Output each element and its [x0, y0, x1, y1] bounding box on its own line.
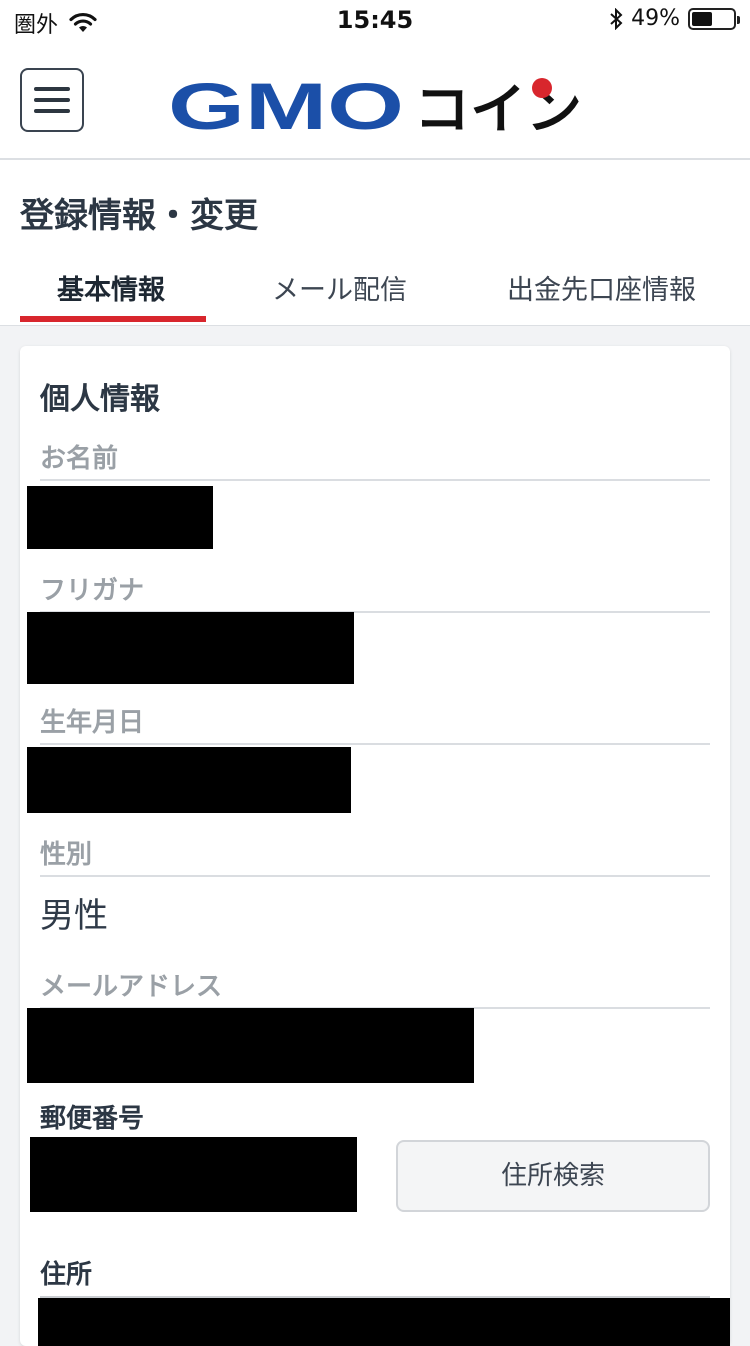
tab-basic-info[interactable]: 基本情報 [57, 268, 165, 307]
address-search-button[interactable]: 住所検索 [396, 1140, 710, 1212]
address-input-redacted[interactable] [38, 1298, 730, 1346]
menu-line-icon [34, 98, 70, 102]
gender-value: 男性 [40, 896, 108, 936]
battery-icon [688, 7, 740, 30]
divider [40, 479, 710, 481]
postal-code-label: 郵便番号 [40, 1104, 145, 1134]
battery-level [692, 11, 712, 26]
active-tab-indicator [20, 316, 206, 322]
birthdate-value-redacted [27, 747, 351, 813]
name-label: お名前 [40, 444, 119, 474]
page-title: 登録情報・変更 [20, 196, 258, 236]
birthdate-label: 生年月日 [40, 708, 145, 738]
tab-bar: 基本情報 メール配信 出金先口座情報 [20, 258, 750, 326]
email-value-redacted [27, 1008, 474, 1083]
name-value-redacted [27, 486, 213, 549]
logo-red-dot [532, 78, 552, 98]
logo-text-latin: GMO [168, 78, 404, 134]
menu-line-icon [34, 87, 70, 91]
personal-info-card: 個人情報 お名前 フリガナ 生年月日 性別 男性 メールアドレス 郵便番号 住所… [20, 346, 730, 1346]
furigana-value-redacted [27, 612, 354, 684]
menu-line-icon [34, 109, 70, 113]
gender-label: 性別 [40, 840, 93, 870]
postal-code-input-redacted[interactable] [30, 1137, 357, 1212]
page-header: 登録情報・変更 基本情報 メール配信 出金先口座情報 [0, 160, 750, 326]
hamburger-menu-button[interactable] [20, 68, 84, 132]
furigana-label: フリガナ [40, 576, 145, 606]
section-title: 個人情報 [40, 382, 160, 417]
status-bar: 圏外 15:45 49% [0, 0, 750, 40]
divider [40, 875, 710, 877]
battery-percent: 49% [631, 6, 680, 31]
logo-text-kana: コイン [414, 78, 582, 134]
bluetooth-icon [610, 7, 623, 30]
divider [40, 743, 710, 745]
gmo-coin-logo[interactable]: GMO コイン [168, 78, 588, 134]
email-label: メールアドレス [40, 972, 223, 1002]
app-header: GMO コイン [0, 40, 750, 160]
address-label: 住所 [40, 1260, 93, 1290]
tab-email-delivery[interactable]: メール配信 [272, 268, 407, 307]
status-bar-right: 49% [609, 6, 740, 31]
tab-withdrawal-account[interactable]: 出金先口座情報 [507, 268, 696, 307]
